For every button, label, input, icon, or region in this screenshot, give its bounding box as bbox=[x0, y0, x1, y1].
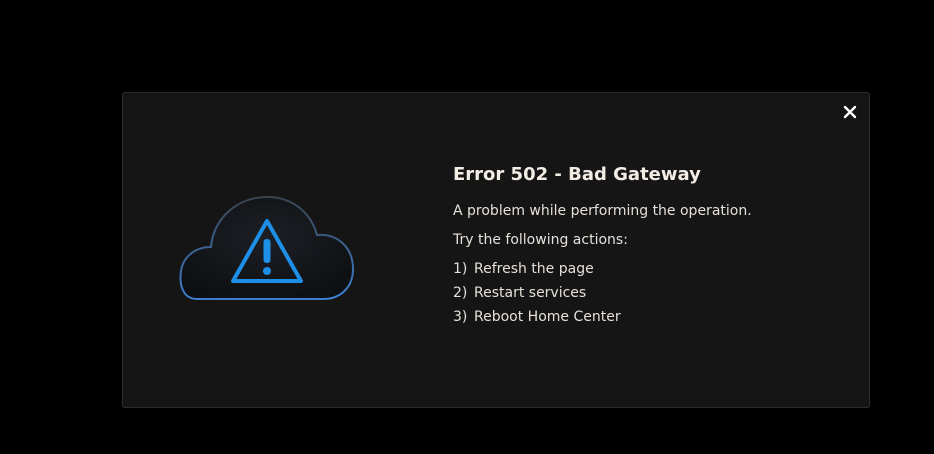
error-title: Error 502 - Bad Gateway bbox=[453, 164, 701, 185]
list-item-number: 2) bbox=[453, 285, 468, 301]
error-dialog: Error 502 - Bad Gateway A problem while … bbox=[122, 92, 870, 408]
error-message: A problem while performing the operation… bbox=[453, 203, 752, 219]
list-item-label: Restart services bbox=[474, 285, 587, 301]
list-item-number: 3) bbox=[453, 309, 468, 325]
list-item: 1) Refresh the page bbox=[453, 260, 853, 278]
instructions-label: Try the following actions: bbox=[453, 232, 628, 248]
list-item-label: Reboot Home Center bbox=[474, 309, 621, 325]
list-item: 3) Reboot Home Center bbox=[453, 308, 853, 326]
list-item-label: Refresh the page bbox=[474, 261, 594, 277]
cloud-warning-illustration bbox=[175, 189, 359, 309]
list-item: 2) Restart services bbox=[453, 284, 853, 302]
action-list: 1) Refresh the page 2) Restart services … bbox=[453, 260, 853, 326]
close-icon[interactable] bbox=[841, 103, 859, 121]
close-button[interactable] bbox=[841, 103, 859, 121]
error-content: Error 502 - Bad Gateway A problem while … bbox=[453, 163, 853, 332]
cloud-warning-icon bbox=[179, 195, 355, 300]
list-item-number: 1) bbox=[453, 261, 468, 277]
